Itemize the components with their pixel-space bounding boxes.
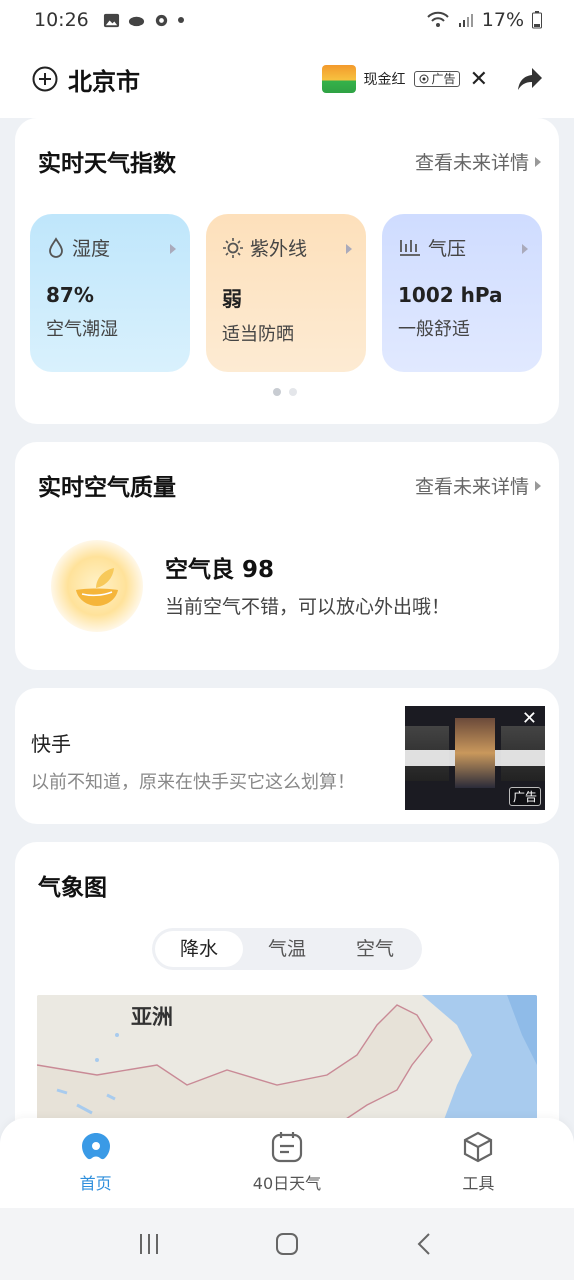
- nav-tools-label[interactable]: 工具: [462, 1170, 494, 1194]
- tile-pressure-value: 1002 hPa: [398, 283, 503, 307]
- map-type-tabs: 降水 气温 空气: [152, 928, 422, 970]
- chevron-right-icon: [535, 480, 541, 491]
- home-button-icon[interactable]: [274, 1231, 300, 1257]
- tile-humidity-desc: 空气潮湿: [46, 319, 118, 340]
- share-icon[interactable]: [516, 66, 544, 92]
- back-icon[interactable]: [412, 1231, 438, 1257]
- bottom-nav: 首页 40日天气 工具: [0, 1118, 574, 1208]
- add-city-icon[interactable]: [32, 66, 58, 92]
- tile-pressure-name: 气压: [428, 238, 467, 260]
- tab-precipitation[interactable]: 降水: [155, 931, 243, 967]
- app-header: 北京市 现金红 广告 ✕: [0, 40, 574, 118]
- city-name[interactable]: 北京市: [68, 62, 140, 97]
- nav-home[interactable]: 首页: [0, 1118, 191, 1208]
- cloud-app-icon: [128, 16, 144, 26]
- battery-percent: 17%: [481, 9, 524, 31]
- tile-humidity-value: 87%: [46, 283, 94, 307]
- system-nav-bar: [0, 1208, 574, 1280]
- weather-index-card: 实时天气指数 查看未来详情 湿度 87% 空气潮湿 紫外线 弱 适当防晒 气压 …: [15, 118, 559, 424]
- weather-index-title: 实时天气指数: [38, 151, 176, 177]
- weather-map-card: 气象图 降水 气温 空气 亚洲: [15, 842, 559, 1142]
- chevron-right-icon: [346, 244, 352, 254]
- kuaishou-ad-card[interactable]: 快手 以前不知道，原来在快手买它这么划算！ ✕ 广告: [15, 688, 559, 824]
- header-ad-label[interactable]: 现金红: [364, 69, 406, 89]
- nav-40day-label[interactable]: 40日天气: [253, 1170, 321, 1194]
- close-ad-icon[interactable]: ✕: [522, 708, 537, 729]
- map-region-label: 亚洲: [131, 1005, 173, 1029]
- weather-index-link[interactable]: 查看未来详情: [415, 148, 541, 175]
- leaf-icon: [76, 568, 118, 606]
- weather-index-link-label[interactable]: 查看未来详情: [415, 148, 529, 175]
- page-dot-2: [289, 388, 297, 396]
- calendar-icon: [271, 1132, 303, 1163]
- ad-tag-label: 广告: [431, 72, 456, 86]
- header-ad[interactable]: 现金红 广告 ✕: [321, 65, 488, 93]
- weather-map[interactable]: 亚洲: [37, 995, 537, 1125]
- tile-pressure-desc: 一般舒适: [398, 319, 470, 340]
- droplet-icon: [49, 236, 63, 258]
- tab-air[interactable]: 空气: [331, 931, 419, 967]
- close-ad-icon[interactable]: ✕: [470, 67, 488, 92]
- tile-uv-desc: 适当防晒: [222, 324, 294, 345]
- gear-icon: [155, 14, 167, 26]
- air-quality-message: 当前空气不错，可以放心外出哦！: [165, 596, 451, 618]
- signal-icon: [458, 14, 473, 27]
- wifi-icon: [427, 11, 449, 27]
- chevron-right-icon: [170, 244, 176, 254]
- gallery-icon: [103, 13, 119, 27]
- tile-uv-value: 弱: [222, 287, 242, 311]
- tile-pressure[interactable]: 气压 1002 hPa 一般舒适: [382, 214, 542, 372]
- ad-eye-icon: [419, 74, 429, 84]
- chevron-right-icon: [522, 244, 528, 254]
- air-quality-card[interactable]: 实时空气质量 查看未来详情 空气良 98 当前空气不错，可以放心外出哦！: [15, 442, 559, 670]
- tile-uv[interactable]: 紫外线 弱 适当防晒: [206, 214, 366, 372]
- status-time: 10:26: [34, 9, 89, 31]
- recent-apps-icon[interactable]: [136, 1231, 162, 1257]
- cube-icon: [464, 1131, 493, 1163]
- weather-map-title: 气象图: [38, 875, 107, 901]
- ad-thumbnail[interactable]: [321, 65, 356, 93]
- ad-image[interactable]: ✕ 广告: [405, 706, 545, 810]
- ad-card-title[interactable]: 快手: [31, 728, 71, 757]
- ad-tag: 广告: [413, 71, 460, 87]
- page-indicator: [273, 388, 297, 396]
- nav-home-label[interactable]: 首页: [80, 1170, 112, 1194]
- pressure-icon: [400, 239, 420, 256]
- chevron-right-icon: [535, 156, 541, 167]
- nav-40day[interactable]: 40日天气: [191, 1118, 382, 1208]
- status-bar: 10:26 17%: [0, 0, 574, 40]
- air-quality-badge: [51, 540, 143, 632]
- air-quality-title: 实时空气质量: [38, 475, 176, 501]
- tile-humidity[interactable]: 湿度 87% 空气潮湿: [30, 214, 190, 372]
- index-tiles: 湿度 87% 空气潮湿 紫外线 弱 适当防晒 气压 1002 hPa 一般舒适: [30, 214, 542, 372]
- ad-image-tag: 广告: [508, 787, 541, 806]
- air-quality-status: 空气良 98: [165, 557, 275, 583]
- tab-temperature[interactable]: 气温: [243, 931, 331, 967]
- air-quality-link[interactable]: 查看未来详情: [415, 472, 541, 499]
- battery-icon: [532, 11, 542, 29]
- air-quality-link-label[interactable]: 查看未来详情: [415, 472, 529, 499]
- tile-humidity-name: 湿度: [72, 238, 111, 260]
- tile-uv-name: 紫外线: [250, 238, 308, 260]
- page-dot-1: [273, 388, 281, 396]
- map-background: [37, 995, 537, 1125]
- ad-card-description[interactable]: 以前不知道，原来在快手买它这么划算！: [31, 768, 355, 794]
- home-blob-icon: [81, 1133, 110, 1160]
- sun-icon: [223, 237, 243, 258]
- ad-image-person: [455, 718, 495, 788]
- nav-tools[interactable]: 工具: [383, 1118, 574, 1208]
- notification-dot-icon: [177, 17, 184, 23]
